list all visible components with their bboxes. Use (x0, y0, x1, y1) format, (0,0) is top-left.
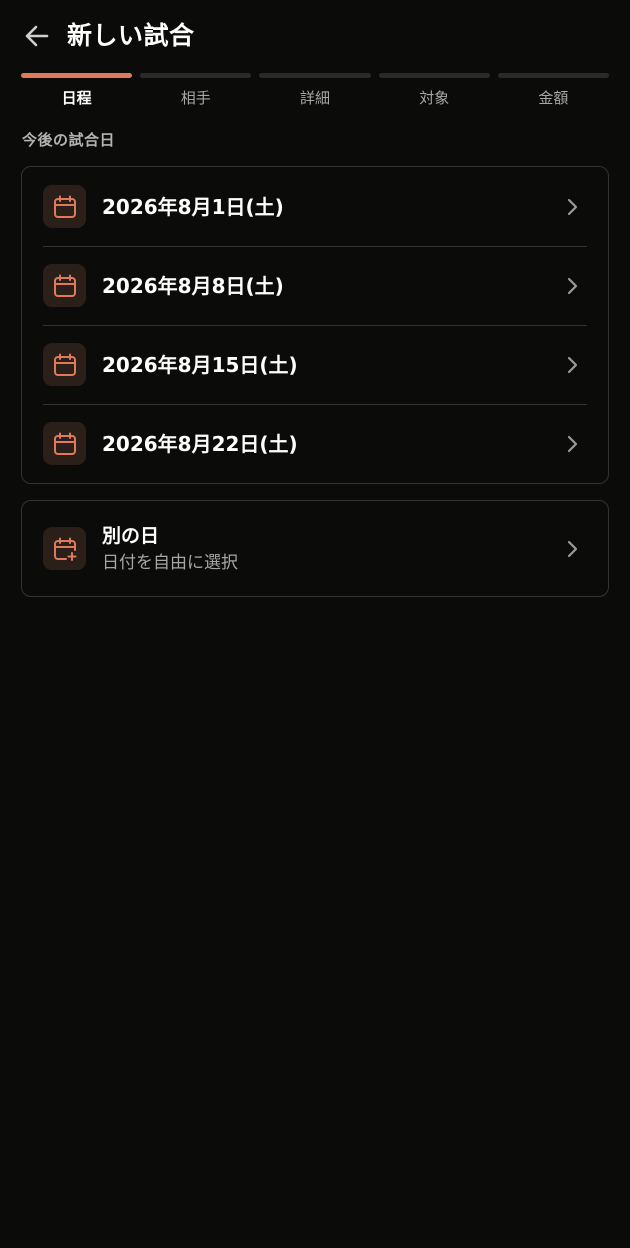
step-bar (140, 73, 252, 78)
other-day-text: 別の日 日付を自由に選択 (102, 523, 238, 575)
date-label: 2026年8月22日(土) (102, 431, 298, 456)
calendar-icon-box (43, 343, 86, 386)
step-label: 日程 (61, 89, 92, 107)
step-bar (378, 73, 490, 78)
other-day-title: 別の日 (102, 524, 160, 547)
section-label: 今後の試合日 (22, 131, 116, 149)
date-label: 2026年8月8日(土) (102, 273, 284, 298)
other-day-subtitle: 日付を自由に選択 (102, 552, 238, 573)
other-day-card: 別の日 日付を自由に選択 (21, 500, 609, 597)
chevron-right-icon (567, 356, 578, 373)
back-button[interactable] (18, 18, 56, 54)
step-amount[interactable]: 金額 (497, 73, 610, 113)
step-label: 詳細 (300, 89, 331, 107)
upcoming-dates-list: 2026年8月1日(土) 2026年8月8日(土) 2026年8月15日(土) (21, 166, 609, 484)
calendar-icon-box (43, 185, 86, 228)
step-label: 対象 (419, 89, 450, 107)
step-bar (21, 73, 133, 78)
date-label: 2026年8月1日(土) (102, 194, 284, 219)
step-schedule[interactable]: 日程 (21, 73, 133, 113)
date-option[interactable]: 2026年8月8日(土) (22, 246, 608, 325)
chevron-right-icon (567, 277, 578, 294)
date-option[interactable]: 2026年8月22日(土) (22, 404, 608, 483)
page-title: 新しい試合 (67, 21, 195, 50)
calendar-icon (53, 274, 76, 297)
calendar-icon (53, 353, 76, 376)
chevron-right-icon (567, 540, 578, 557)
step-details[interactable]: 詳細 (259, 73, 371, 113)
step-bar (497, 73, 610, 78)
step-bar (259, 73, 371, 78)
date-option[interactable]: 2026年8月1日(土) (22, 167, 608, 246)
calendar-icon (53, 432, 76, 455)
calendar-plus-icon-box (43, 527, 86, 570)
date-label: 2026年8月15日(土) (102, 352, 298, 377)
chevron-right-icon (567, 198, 578, 215)
step-progress: 日程 相手 詳細 対象 金額 (21, 73, 610, 113)
step-label: 相手 (180, 89, 211, 107)
calendar-icon (53, 195, 76, 218)
date-option[interactable]: 2026年8月15日(土) (22, 325, 608, 404)
calendar-plus-icon (53, 537, 76, 561)
step-target[interactable]: 対象 (378, 73, 490, 113)
step-label: 金額 (538, 89, 569, 107)
calendar-icon-box (43, 264, 86, 307)
app-header: 新しい試合 (0, 0, 630, 72)
arrow-left-icon (25, 25, 49, 47)
chevron-right-icon (567, 435, 578, 452)
other-day-option[interactable]: 別の日 日付を自由に選択 (22, 501, 608, 596)
step-opponent[interactable]: 相手 (140, 73, 252, 113)
calendar-icon-box (43, 422, 86, 465)
